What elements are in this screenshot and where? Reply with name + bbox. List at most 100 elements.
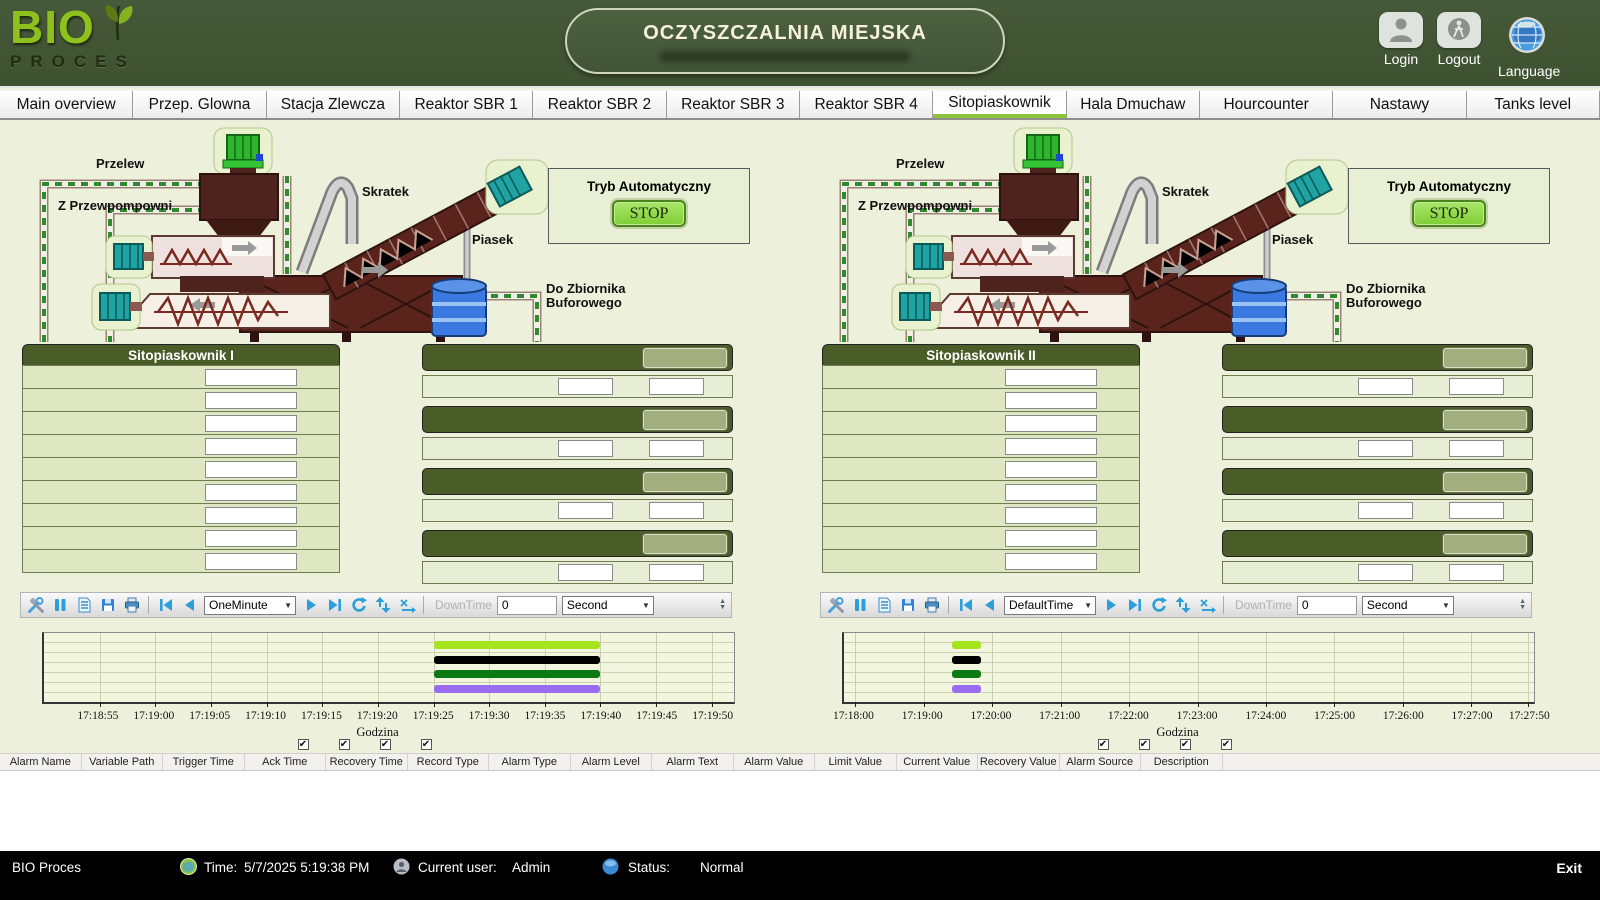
legend-checkbox[interactable] xyxy=(421,739,432,750)
parameter-value-input[interactable] xyxy=(205,507,297,524)
parameter-value-input[interactable] xyxy=(1005,507,1097,524)
runtime-hours-input[interactable] xyxy=(1358,440,1413,457)
parameter-value-input[interactable] xyxy=(205,484,297,501)
runtime-minutes-input[interactable] xyxy=(649,378,704,395)
login-button[interactable]: Login xyxy=(1372,12,1430,67)
print-icon[interactable] xyxy=(122,596,141,615)
tab[interactable]: Reaktor SBR 1 xyxy=(400,91,533,118)
step-forward-icon[interactable] xyxy=(1101,596,1120,615)
report-icon[interactable] xyxy=(874,596,893,615)
runtime-hours-input[interactable] xyxy=(558,378,613,395)
alarm-column-header[interactable]: Trigger Time xyxy=(163,754,245,770)
tab[interactable]: Hala Dmuchaw xyxy=(1067,91,1200,118)
alarm-column-header[interactable]: Limit Value xyxy=(815,754,897,770)
parameter-value-input[interactable] xyxy=(1005,438,1097,455)
tab[interactable]: Sitopiaskownik xyxy=(933,91,1066,118)
pause-icon[interactable] xyxy=(50,596,69,615)
alarm-column-header[interactable]: Alarm Level xyxy=(571,754,653,770)
alarm-column-header[interactable]: Alarm Source xyxy=(1060,754,1142,770)
toolbar-scroll-buttons[interactable]: ▲▼ xyxy=(719,599,726,611)
manual-mode-button[interactable] xyxy=(1442,347,1528,369)
manual-mode-button[interactable] xyxy=(1442,533,1528,555)
manual-mode-button[interactable] xyxy=(1442,409,1528,431)
tab[interactable]: Nastawy xyxy=(1333,91,1466,118)
refresh-icon[interactable] xyxy=(349,596,368,615)
legend-checkbox[interactable] xyxy=(1098,739,1109,750)
parameter-value-input[interactable] xyxy=(1005,461,1097,478)
parameter-value-input[interactable] xyxy=(205,369,297,386)
runtime-hours-input[interactable] xyxy=(1358,564,1413,581)
runtime-minutes-input[interactable] xyxy=(1449,502,1504,519)
runtime-minutes-input[interactable] xyxy=(649,564,704,581)
manual-mode-button[interactable] xyxy=(642,347,728,369)
parameter-value-input[interactable] xyxy=(205,415,297,432)
alarm-column-header[interactable]: Current Value xyxy=(897,754,979,770)
runtime-minutes-input[interactable] xyxy=(1449,564,1504,581)
runtime-hours-input[interactable] xyxy=(558,440,613,457)
legend-checkbox[interactable] xyxy=(380,739,391,750)
parameter-value-input[interactable] xyxy=(1005,553,1097,570)
runtime-minutes-input[interactable] xyxy=(1449,440,1504,457)
parameter-value-input[interactable] xyxy=(205,461,297,478)
runtime-minutes-input[interactable] xyxy=(649,502,704,519)
downtime-input[interactable] xyxy=(1297,596,1357,615)
parameter-value-input[interactable] xyxy=(205,553,297,570)
alarm-column-header[interactable]: Alarm Value xyxy=(734,754,816,770)
parameter-value-input[interactable] xyxy=(1005,369,1097,386)
skip-start-icon[interactable] xyxy=(956,596,975,615)
runtime-minutes-input[interactable] xyxy=(1449,378,1504,395)
legend-checkbox[interactable] xyxy=(339,739,350,750)
alarm-column-header[interactable]: Ack Time xyxy=(245,754,327,770)
save-icon[interactable] xyxy=(898,596,917,615)
alarm-column-header[interactable]: Recovery Value xyxy=(978,754,1060,770)
exit-button[interactable]: Exit xyxy=(1556,860,1582,876)
skip-start-icon[interactable] xyxy=(156,596,175,615)
parameter-value-input[interactable] xyxy=(1005,484,1097,501)
tab[interactable]: Stacja Zlewcza xyxy=(267,91,400,118)
alarm-column-header[interactable]: Record Type xyxy=(408,754,490,770)
language-button[interactable]: Language xyxy=(1498,12,1556,79)
downtime-unit-select[interactable]: Second ▼ xyxy=(562,596,654,615)
alarm-column-header[interactable]: Variable Path xyxy=(82,754,164,770)
report-icon[interactable] xyxy=(74,596,93,615)
parameter-value-input[interactable] xyxy=(1005,530,1097,547)
runtime-hours-input[interactable] xyxy=(558,564,613,581)
skip-end-icon[interactable] xyxy=(1125,596,1144,615)
save-icon[interactable] xyxy=(98,596,117,615)
time-range-select[interactable]: DefaultTime ▼ xyxy=(1004,596,1096,615)
parameter-value-input[interactable] xyxy=(205,438,297,455)
manual-mode-button[interactable] xyxy=(642,471,728,493)
parameter-value-input[interactable] xyxy=(1005,415,1097,432)
parameter-value-input[interactable] xyxy=(205,530,297,547)
tab[interactable]: Hourcounter xyxy=(1200,91,1333,118)
tab[interactable]: Main overview xyxy=(0,91,133,118)
zoom-y-icon[interactable] xyxy=(1173,596,1192,615)
downtime-unit-select[interactable]: Second ▼ xyxy=(1362,596,1454,615)
legend-checkbox[interactable] xyxy=(1221,739,1232,750)
tab[interactable]: Reaktor SBR 2 xyxy=(533,91,666,118)
step-back-icon[interactable] xyxy=(980,596,999,615)
runtime-minutes-input[interactable] xyxy=(649,440,704,457)
alarm-column-header[interactable]: Alarm Text xyxy=(652,754,734,770)
parameter-value-input[interactable] xyxy=(1005,392,1097,409)
step-forward-icon[interactable] xyxy=(301,596,320,615)
tab[interactable]: Reaktor SBR 4 xyxy=(800,91,933,118)
tab[interactable]: Reaktor SBR 3 xyxy=(667,91,800,118)
legend-checkbox[interactable] xyxy=(1139,739,1150,750)
legend-checkbox[interactable] xyxy=(1180,739,1191,750)
manual-mode-button[interactable] xyxy=(642,533,728,555)
alarm-column-header[interactable]: Alarm Type xyxy=(489,754,571,770)
print-icon[interactable] xyxy=(922,596,941,615)
parameter-value-input[interactable] xyxy=(205,392,297,409)
logout-button[interactable]: Logout xyxy=(1430,12,1488,67)
downtime-input[interactable] xyxy=(497,596,557,615)
tab[interactable]: Przep. Glowna xyxy=(133,91,266,118)
runtime-hours-input[interactable] xyxy=(558,502,613,519)
step-back-icon[interactable] xyxy=(180,596,199,615)
refresh-icon[interactable] xyxy=(1149,596,1168,615)
zoom-y-icon[interactable] xyxy=(373,596,392,615)
move-x-icon[interactable] xyxy=(1197,596,1216,615)
manual-mode-button[interactable] xyxy=(642,409,728,431)
alarm-column-header[interactable]: Recovery Time xyxy=(326,754,408,770)
legend-checkbox[interactable] xyxy=(298,739,309,750)
